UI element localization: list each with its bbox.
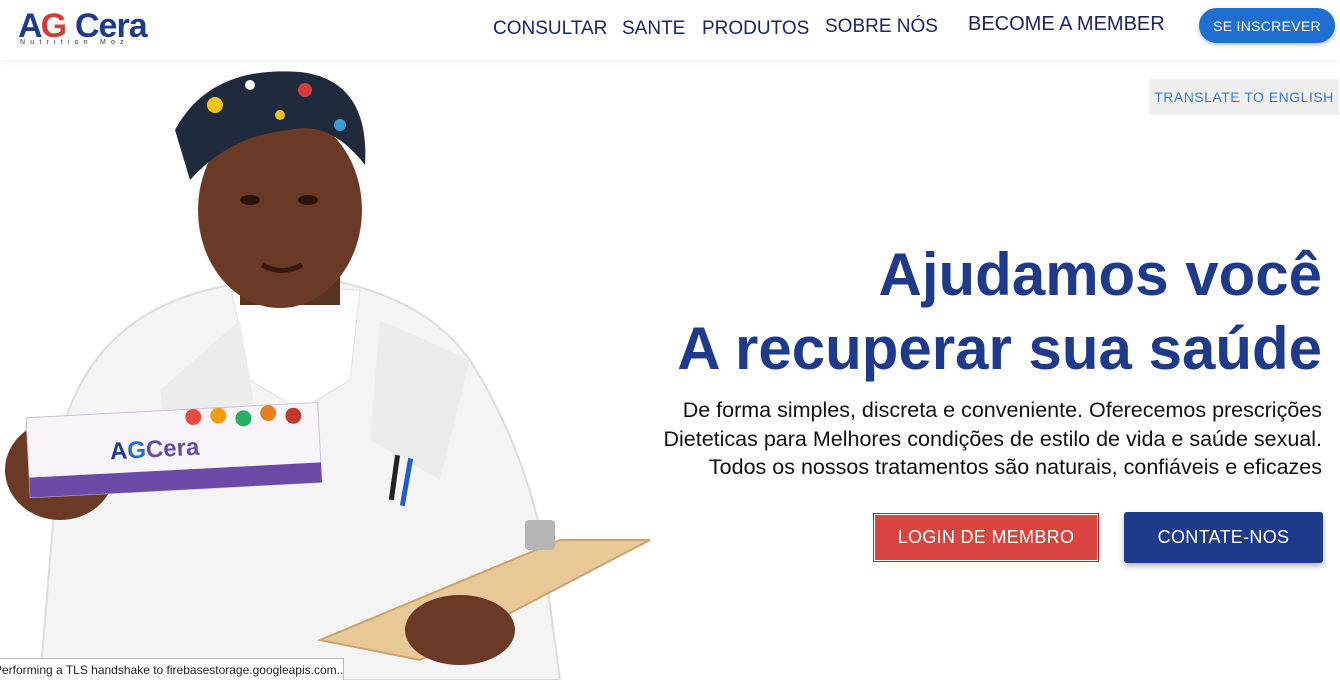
brand-logo[interactable]: AG Cera Nutrition Moz	[18, 6, 163, 50]
nav-consultar[interactable]: CONSULTAR	[493, 18, 607, 40]
hero-title-line-2: A recuperar sua saúde	[677, 315, 1322, 382]
nav-become-member[interactable]: BECOME A MEMBER	[968, 13, 1165, 36]
nav-produtos[interactable]: PRODUTOS	[702, 18, 809, 40]
hero-text-line-3: Todos os nossos tratamentos são naturais…	[708, 455, 1322, 479]
product-box-brand: AGCera	[109, 434, 200, 466]
hero-image-nurse: AGCera	[5, 71, 651, 680]
nav-sobre-nos[interactable]: SOBRE NÓS	[825, 16, 938, 38]
member-login-button[interactable]: LOGIN DE MEMBRO	[873, 513, 1099, 562]
hero-description: De forma simples, discreta e conveniente…	[663, 396, 1322, 482]
nav-sante[interactable]: SANTE	[622, 18, 685, 40]
subscribe-button[interactable]: SE INSCREVER	[1199, 8, 1335, 43]
hero-title-line-1: Ajudamos você	[878, 241, 1322, 308]
hero-text-line-2: Dieteticas para Melhores condições de es…	[663, 426, 1322, 451]
browser-status-bar: Performing a TLS handshake to firebasest…	[0, 658, 344, 680]
page: AGCera AG Cera Nutrition Moz CONSULTAR S…	[0, 0, 1340, 680]
logo-tagline: Nutrition Moz	[20, 39, 129, 46]
hero-title: Ajudamos você A recuperar sua saúde	[677, 238, 1322, 386]
hero-text-line-1: De forma simples, discreta e conveniente…	[682, 398, 1322, 422]
contact-us-button[interactable]: CONTATE-NOS	[1124, 512, 1323, 563]
site-header: AG Cera Nutrition Moz CONSULTAR SANTE PR…	[0, 0, 1340, 60]
translate-button[interactable]: TRANSLATE TO ENGLISH	[1149, 79, 1339, 115]
